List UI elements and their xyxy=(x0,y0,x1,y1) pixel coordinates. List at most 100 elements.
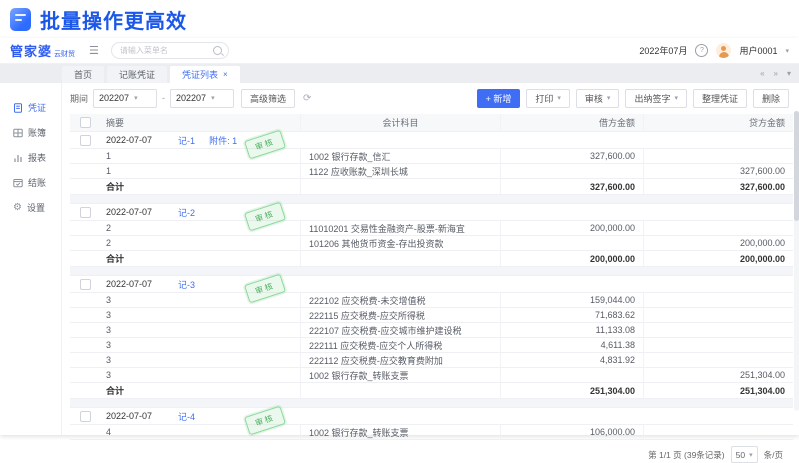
sidebar-item-voucher[interactable]: 凭证 xyxy=(0,95,61,120)
group-checkbox[interactable] xyxy=(80,207,91,218)
add-voucher-button[interactable]: + 新增 xyxy=(477,89,521,108)
voucher-date: 2022-07-07 xyxy=(106,279,152,289)
current-period[interactable]: 2022年07月 xyxy=(639,44,687,57)
advanced-filter-button[interactable]: 高级筛选 xyxy=(241,89,295,108)
sidebar-item-label: 结账 xyxy=(28,176,46,189)
group-info: 2022-07-07记-3审核 xyxy=(100,276,793,292)
advanced-filter-label: 高级筛选 xyxy=(250,92,286,105)
voucher-group-header: 2022-07-07记-2审核 xyxy=(70,204,793,221)
group-checkbox[interactable] xyxy=(80,279,91,290)
voucher-row: 2101206 其他货币资金-存出投资款 200,000.00 xyxy=(70,236,793,251)
group-checkbox-cell xyxy=(70,411,100,422)
voucher-number-link[interactable]: 记-1 xyxy=(178,134,195,147)
group-total-row: 合计251,304.00251,304.00 xyxy=(70,383,793,399)
column-header-account: 会计科目 xyxy=(300,114,500,131)
cell-credit xyxy=(643,149,793,163)
arrange-voucher-button[interactable]: 整理凭证 xyxy=(693,89,747,108)
tab-label: 凭证列表 xyxy=(182,68,218,81)
cell-debit: 106,000.00 xyxy=(500,425,643,439)
voucher-group-header: 2022-07-07记-4审核 xyxy=(70,408,793,425)
group-checkbox-cell xyxy=(70,135,100,146)
cell-credit: 251,304.00 xyxy=(643,368,793,382)
pagination-info: 第 1/1 页 (39条记录) xyxy=(648,449,725,461)
voucher-table: 摘要 会计科目 借方金额 贷方金额 2022-07-07记-1附件: 1审核11… xyxy=(70,114,793,463)
delete-button[interactable]: 删除 xyxy=(753,89,789,108)
select-all-checkbox[interactable] xyxy=(80,117,91,128)
cell-credit: 327,600.00 xyxy=(643,164,793,178)
promo-header: 批量操作更高效 xyxy=(0,0,799,38)
cell-account: 1122 应收账款_深圳长城 xyxy=(300,164,500,178)
cell-debit: 327,600.00 xyxy=(500,149,643,163)
group-info: 2022-07-07记-1附件: 1审核 xyxy=(100,132,793,148)
chevron-down-icon: ▾ xyxy=(557,94,561,102)
scrollbar-track[interactable] xyxy=(794,111,799,411)
menu-search[interactable] xyxy=(111,42,229,59)
close-icon[interactable]: × xyxy=(223,70,228,79)
sidebar-item-closing[interactable]: 结账 xyxy=(0,170,61,195)
group-total-row: 合计327,600.00327,600.00 xyxy=(70,179,793,195)
sidebar-item-report[interactable]: 报表 xyxy=(0,145,61,170)
group-info: 2022-07-07记-2审核 xyxy=(100,204,793,220)
group-checkbox[interactable] xyxy=(80,411,91,422)
group-checkbox[interactable] xyxy=(80,135,91,146)
chevron-down-icon: ▾ xyxy=(211,94,215,102)
sidebar-item-ledger[interactable]: 账簿 xyxy=(0,120,61,145)
total-debit: 200,000.00 xyxy=(500,251,643,266)
voucher-number-link[interactable]: 记-3 xyxy=(178,278,195,291)
page-size-select[interactable]: 50 ▾ xyxy=(731,446,758,463)
tab-home[interactable]: 首页 xyxy=(62,66,104,83)
cell-debit: 4,611.38 xyxy=(500,338,643,352)
voucher-groups: 2022-07-07记-1附件: 1审核11002 银行存款_信汇327,600… xyxy=(70,132,793,440)
help-icon[interactable]: ? xyxy=(695,44,708,57)
hamburger-menu-icon[interactable]: ☰ xyxy=(89,44,99,57)
user-menu[interactable]: 用户0001 xyxy=(739,44,777,57)
total-label: 合计 xyxy=(100,180,300,193)
page-size-value: 50 xyxy=(736,450,745,460)
voucher-row: 3222112 应交税费-应交教育费附加4,831.92 xyxy=(70,353,793,368)
cell-account: 101206 其他货币资金-存出投资款 xyxy=(300,236,500,250)
column-header-summary: 摘要 xyxy=(100,116,300,129)
note-icon xyxy=(10,8,31,31)
table-header-row: 摘要 会计科目 借方金额 贷方金额 xyxy=(70,114,793,132)
tab-scroll-right-icon[interactable]: » xyxy=(774,69,778,78)
sidebar-item-settings[interactable]: ⚙ 设置 xyxy=(0,195,61,220)
total-label: 合计 xyxy=(100,252,300,265)
cashier-sign-button[interactable]: 出纳签字 ▾ xyxy=(625,89,687,108)
page-title: 批量操作更高效 xyxy=(40,5,187,34)
cell-debit: 4,831.92 xyxy=(500,353,643,367)
voucher-number-link[interactable]: 记-4 xyxy=(178,410,195,423)
tab-voucher-list[interactable]: 凭证列表 × xyxy=(170,66,240,83)
chevron-down-icon: ▾ xyxy=(749,451,753,459)
pagination: 第 1/1 页 (39条记录) 50 ▾ 条/页 xyxy=(70,446,783,463)
audit-button[interactable]: 审核 ▾ xyxy=(576,89,620,108)
voucher-group-header: 2022-07-07记-3审核 xyxy=(70,276,793,293)
voucher-list-panel: 期间 202207 ▾ - 202207 ▾ 高级筛选 ⟳ xyxy=(62,83,799,435)
group-total-row: 合计200,000.00200,000.00 xyxy=(70,251,793,267)
voucher-number-link[interactable]: 记-2 xyxy=(178,206,195,219)
sidebar-item-label: 凭证 xyxy=(28,101,46,114)
print-label: 打印 xyxy=(535,92,553,105)
tab-menu-icon[interactable]: ▾ xyxy=(787,69,791,78)
group-info: 2022-07-07记-4审核 xyxy=(100,408,793,424)
cell-summary: 2 xyxy=(100,238,300,248)
period-to-select[interactable]: 202207 ▾ xyxy=(170,89,234,108)
voucher-row: 211010201 交易性金融资产-股票-新海宜200,000.00 xyxy=(70,221,793,236)
cell-summary: 3 xyxy=(100,355,300,365)
brand-logo-main: 管家婆 xyxy=(10,41,52,60)
tab-scroll-left-icon[interactable]: « xyxy=(760,69,764,78)
print-button[interactable]: 打印 ▾ xyxy=(526,89,570,108)
cell-account: 1002 银行存款_转账支票 xyxy=(300,368,500,382)
voucher-group-header: 2022-07-07记-1附件: 1审核 xyxy=(70,132,793,149)
menu-search-input[interactable] xyxy=(118,45,213,56)
sidebar: 凭证 账簿 报表 结账 ⚙ 设置 xyxy=(0,83,62,435)
attachment-link[interactable]: 附件: 1 xyxy=(209,134,237,147)
cell-summary: 1 xyxy=(100,166,300,176)
cell-credit: 200,000.00 xyxy=(643,236,793,250)
avatar[interactable] xyxy=(716,43,731,58)
scrollbar-thumb[interactable] xyxy=(794,111,799,221)
brand-logo[interactable]: 管家婆 云财贸 xyxy=(10,41,75,60)
cell-credit xyxy=(643,338,793,352)
refresh-icon[interactable]: ⟳ xyxy=(303,93,311,104)
tab-voucher-entry[interactable]: 记账凭证 xyxy=(107,66,167,83)
period-from-select[interactable]: 202207 ▾ xyxy=(93,89,157,108)
